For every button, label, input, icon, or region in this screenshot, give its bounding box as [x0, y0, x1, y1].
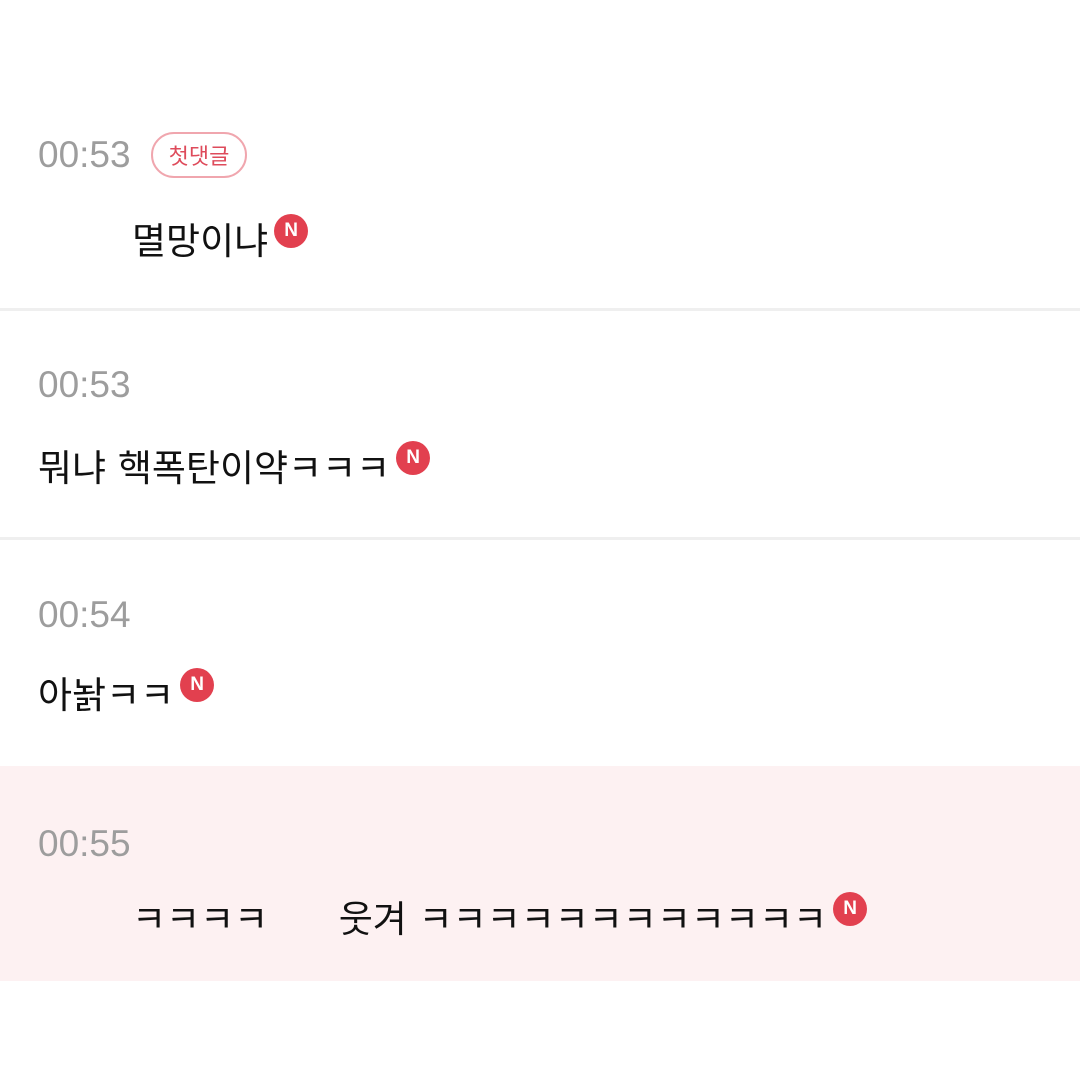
comment-time: 00:54 — [38, 594, 131, 635]
new-icon: N — [274, 214, 309, 248]
new-icon: N — [396, 441, 431, 475]
comment-time: 00:53 — [38, 364, 131, 405]
new-icon: N — [833, 892, 868, 926]
comment-list: 00:53 첫댓글 멸망이냐 N 00:53 뭐냐 핵폭탄이약ㅋㅋㅋ N 00:… — [0, 0, 1080, 1080]
comment-meta: 00:55 — [38, 819, 131, 869]
comment-body: ㅋㅋㅋㅋ 웃겨 ㅋㅋㅋㅋㅋㅋㅋㅋㅋㅋㅋㅋ N — [132, 888, 868, 944]
comment-meta: 00:53 첫댓글 — [38, 130, 248, 180]
new-icon: N — [180, 668, 215, 702]
comment-time: 00:53 — [38, 134, 131, 175]
comment-meta: 00:53 — [38, 360, 131, 410]
comment-text: ㅋㅋㅋㅋ 웃겨 ㅋㅋㅋㅋㅋㅋㅋㅋㅋㅋㅋㅋ — [132, 898, 828, 941]
comment-body: 멸망이냐 N — [132, 210, 309, 266]
comment-time: 00:55 — [38, 823, 131, 864]
comment-body: 아놝ㅋㅋ N — [38, 664, 215, 720]
comment-body: 뭐냐 핵폭탄이약ㅋㅋㅋ N — [38, 437, 431, 493]
comment-meta: 00:54 — [38, 590, 131, 640]
comment-item: 00:53 뭐냐 핵폭탄이약ㅋㅋㅋ N — [0, 311, 1080, 537]
comment-text: 아놝ㅋㅋ — [38, 674, 175, 717]
comment-item: 00:54 아놝ㅋㅋ N — [0, 540, 1080, 766]
first-comment-badge: 첫댓글 — [150, 132, 248, 178]
comment-text: 멸망이냐 — [132, 220, 269, 263]
comment-text: 뭐냐 핵폭탄이약ㅋㅋㅋ — [38, 447, 391, 490]
comment-item: 00:53 첫댓글 멸망이냐 N — [0, 0, 1080, 308]
comment-item-highlighted: 00:55 ㅋㅋㅋㅋ 웃겨 ㅋㅋㅋㅋㅋㅋㅋㅋㅋㅋㅋㅋ N — [0, 766, 1080, 981]
